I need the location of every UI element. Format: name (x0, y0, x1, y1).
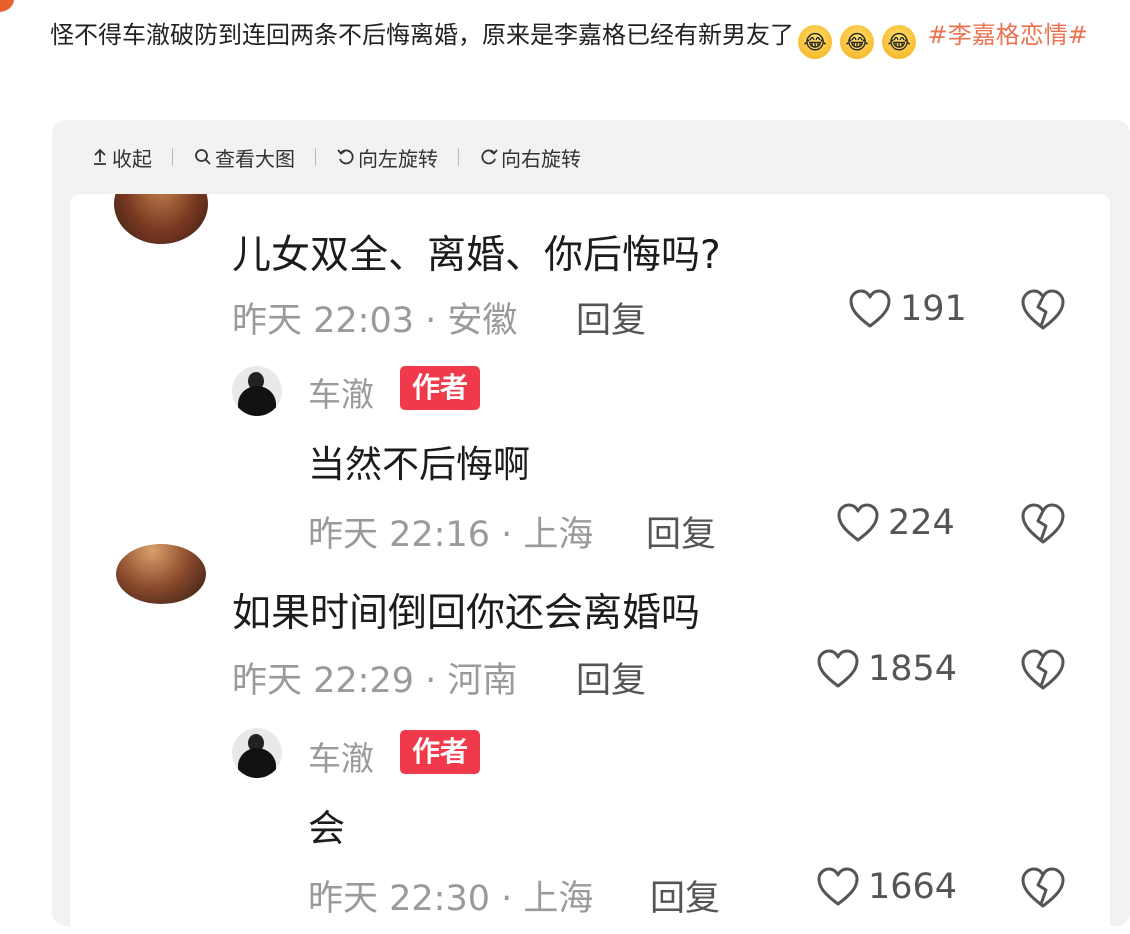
comment-screenshot: 儿女双全、离婚、你后悔吗? 昨天 22:03 · 安徽 回复 191 车澈 作者… (70, 194, 1110, 934)
broken-heart-icon (1021, 649, 1065, 690)
collapse-button[interactable]: 收起 (90, 143, 152, 172)
search-icon (195, 149, 211, 165)
view-large-label: 查看大图 (215, 146, 295, 171)
dislike-button[interactable] (1020, 648, 1066, 696)
rotate-left-button[interactable]: 向左旋转 (336, 143, 438, 172)
like-count: 1664 (868, 867, 958, 907)
like-button[interactable]: 224 (836, 502, 955, 544)
like-count: 191 (900, 289, 967, 329)
reply-meta: 昨天 22:30 · 上海 (308, 879, 594, 919)
comment-text: 儿女双全、离婚、你后悔吗? (232, 233, 721, 278)
heart-icon (817, 867, 859, 906)
post-body: 怪不得车澈破防到连回两条不后悔离婚，原来是李嘉格已经有新男友了 (50, 21, 794, 49)
laugh-emoji-icon: 😂 (882, 25, 916, 59)
author-name: 车澈 (308, 375, 374, 414)
reply-button[interactable]: 回复 (576, 652, 646, 703)
toolbar-divider (315, 148, 316, 166)
like-count: 1854 (868, 649, 958, 689)
rotate-left-icon (337, 149, 354, 165)
like-count: 224 (888, 503, 955, 543)
rotate-right-button[interactable]: 向右旋转 (479, 143, 581, 172)
heart-icon (837, 503, 879, 542)
rotate-right-icon (481, 149, 498, 165)
heart-icon (849, 289, 891, 328)
like-button[interactable]: 191 (848, 288, 967, 330)
broken-heart-icon (1021, 289, 1065, 330)
rotate-left-label: 向左旋转 (358, 146, 438, 171)
avatar-body (238, 748, 276, 778)
avatar (116, 544, 206, 604)
post-text: 怪不得车澈破防到连回两条不后悔离婚，原来是李嘉格已经有新男友了 😂 😂 😂 #李嘉格恋… (50, 12, 1125, 59)
reply-text: 当然不后悔啊 (308, 443, 530, 486)
avatar (114, 194, 208, 244)
media-panel: 收起 查看大图 向左旋转 向右旋转 儿女双全、离婚、你后悔吗? 昨天 22:03… (52, 120, 1130, 934)
image-toolbar: 收起 查看大图 向左旋转 向右旋转 (90, 142, 581, 172)
author-avatar (232, 366, 282, 416)
comment-meta: 昨天 22:03 · 安徽 (232, 301, 518, 341)
comment-text: 如果时间倒回你还会离婚吗 (232, 591, 701, 636)
hashtag-link[interactable]: #李嘉格恋情# (928, 21, 1088, 49)
reply-button[interactable]: 回复 (576, 292, 646, 343)
dislike-button[interactable] (1020, 288, 1066, 336)
author-name: 车澈 (308, 739, 374, 778)
broken-heart-icon (1021, 867, 1065, 908)
reply-text: 会 (308, 807, 345, 850)
broken-heart-icon (1021, 503, 1065, 544)
toolbar-divider (172, 148, 173, 166)
dislike-button[interactable] (1020, 502, 1066, 550)
author-avatar (232, 728, 282, 778)
like-button[interactable]: 1854 (816, 648, 957, 690)
reply-meta: 昨天 22:16 · 上海 (308, 515, 594, 555)
toolbar-divider (458, 148, 459, 166)
heart-icon (817, 649, 859, 688)
author-badge: 作者 (400, 730, 481, 774)
corner-badge (0, 0, 14, 12)
arrow-up-icon (94, 148, 106, 165)
author-badge: 作者 (400, 366, 481, 410)
collapse-label: 收起 (112, 146, 152, 171)
view-large-button[interactable]: 查看大图 (193, 143, 295, 172)
reply-button[interactable]: 回复 (646, 506, 716, 557)
like-button[interactable]: 1664 (816, 866, 957, 908)
avatar-body (238, 386, 276, 416)
laugh-emoji-icon: 😂 (840, 25, 874, 59)
laugh-emoji-icon: 😂 (798, 25, 832, 59)
rotate-right-label: 向右旋转 (501, 146, 581, 171)
dislike-button[interactable] (1020, 866, 1066, 914)
comment-meta: 昨天 22:29 · 河南 (232, 661, 518, 701)
reply-button[interactable]: 回复 (650, 870, 720, 921)
